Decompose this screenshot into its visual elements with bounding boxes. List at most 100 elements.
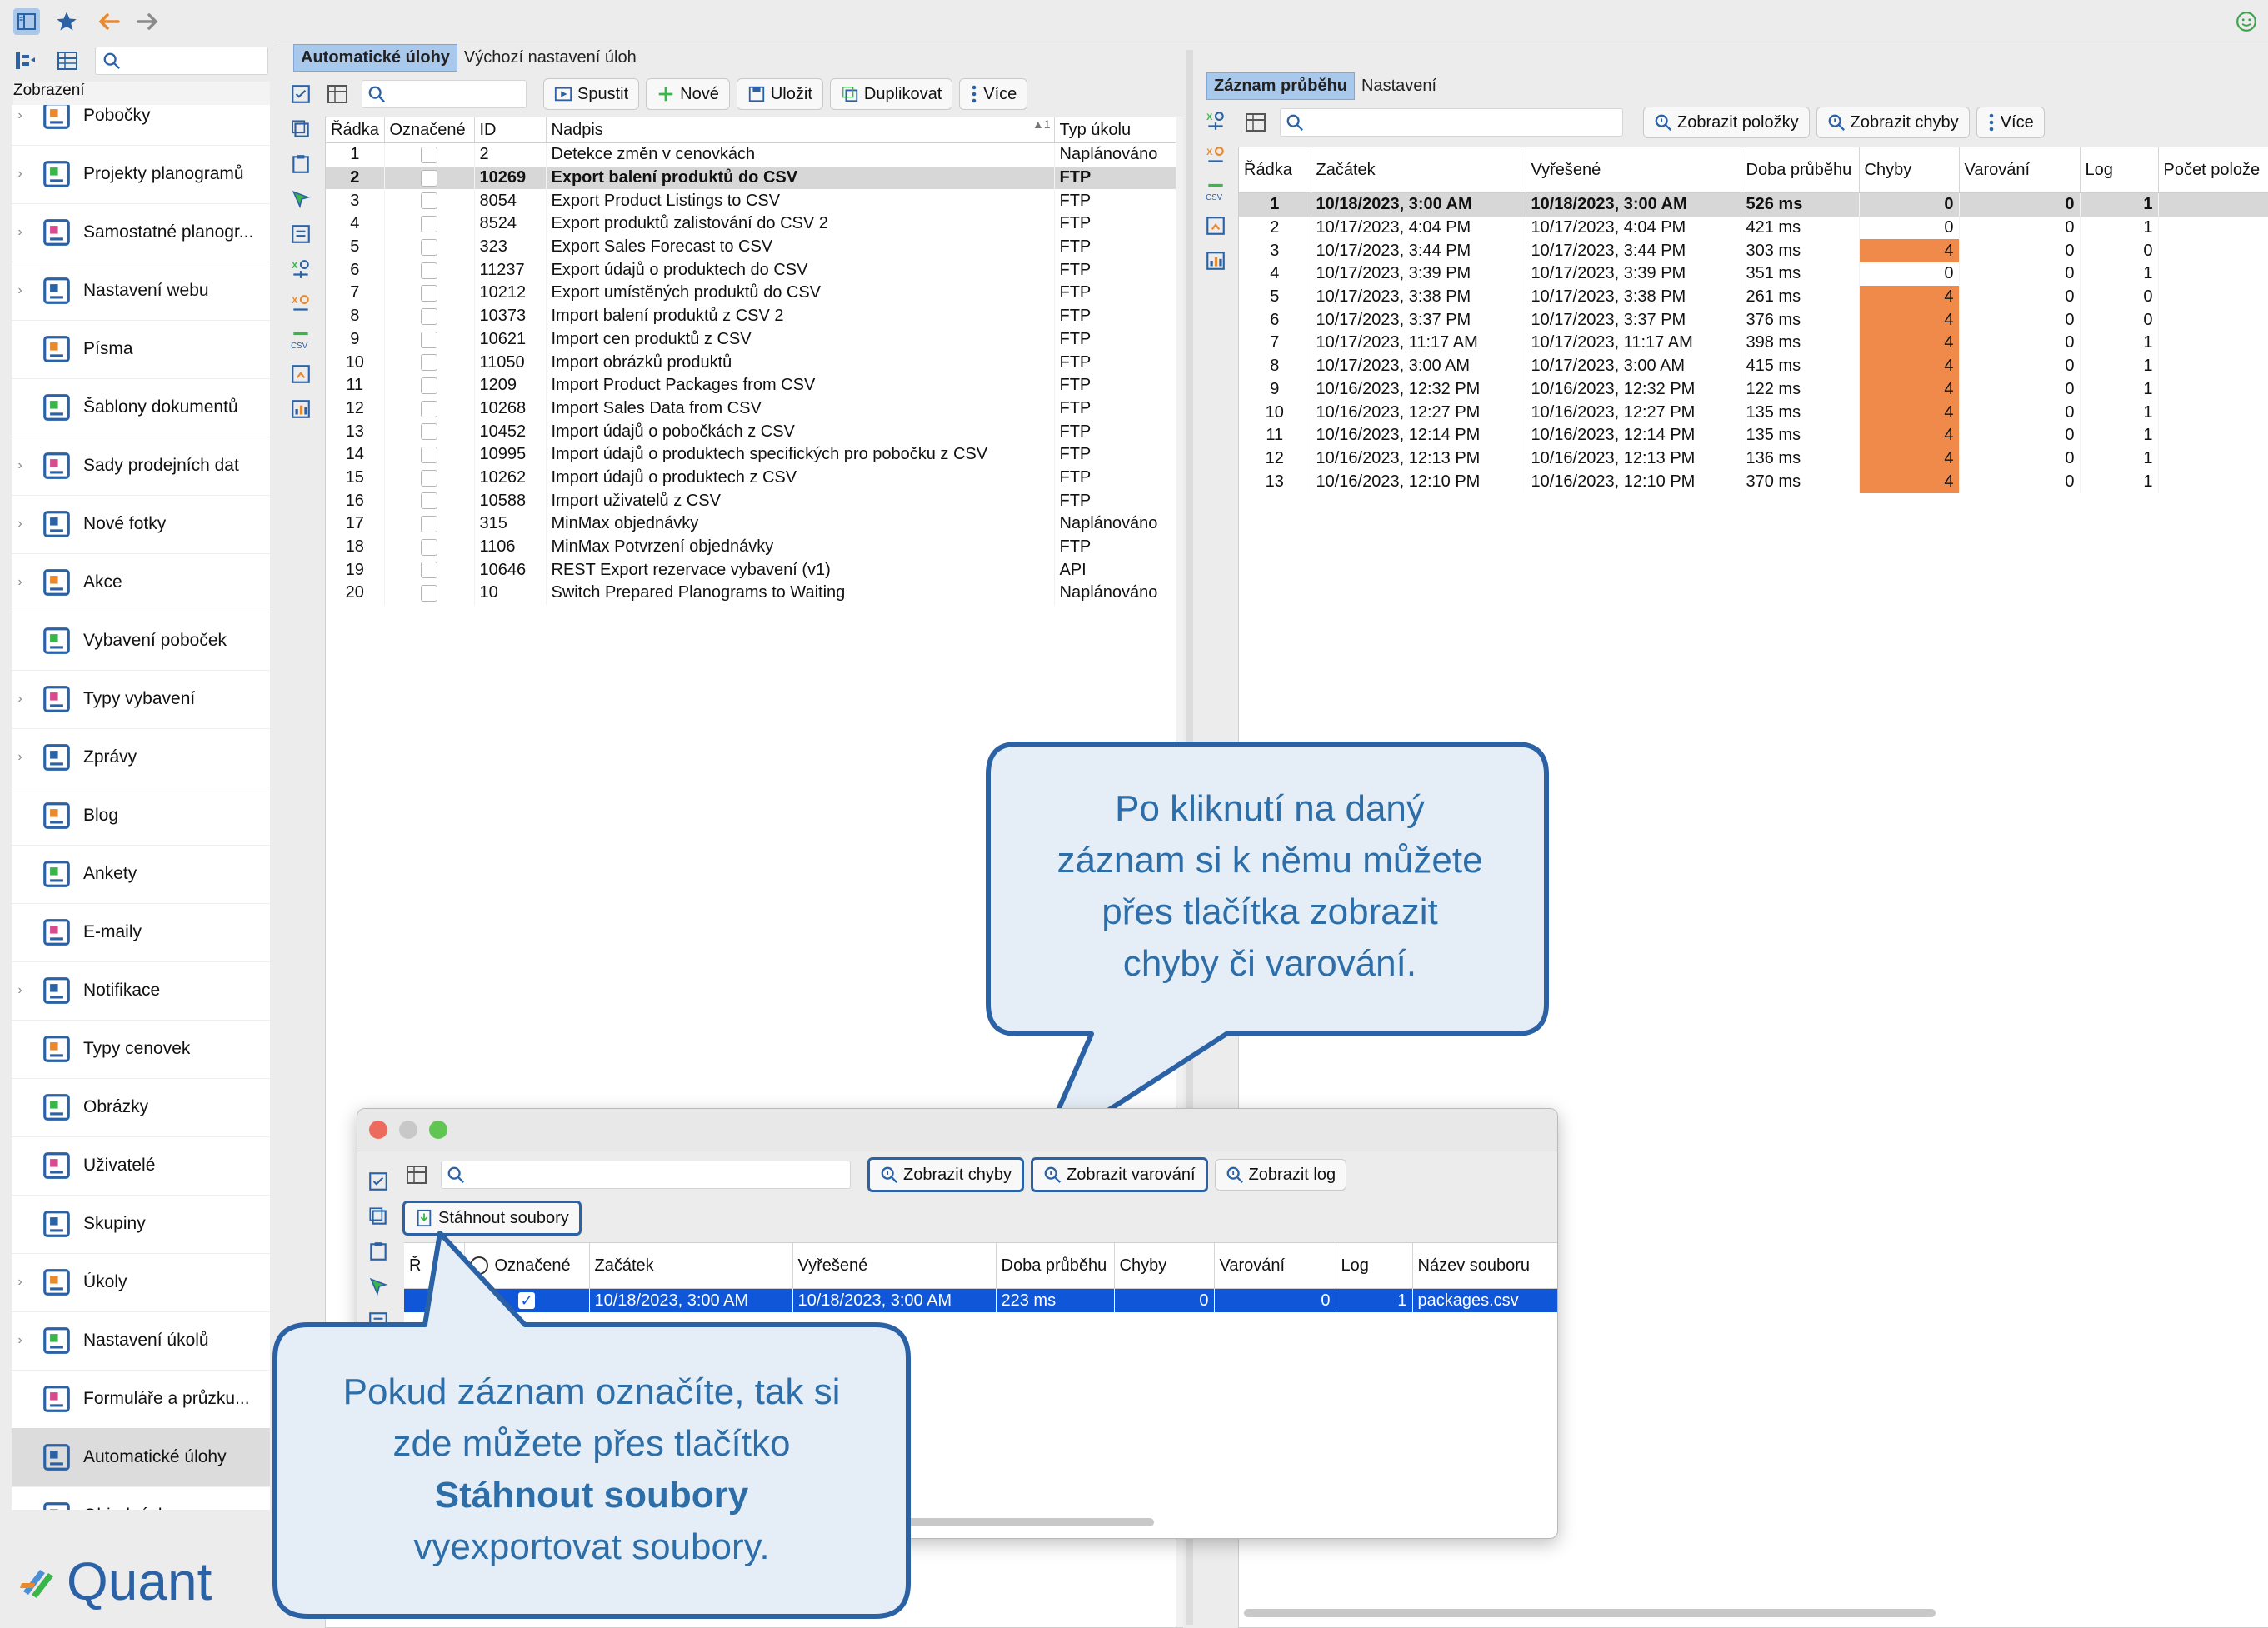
copy-icon[interactable]: [288, 117, 313, 142]
marked-checkbox[interactable]: [384, 327, 475, 352]
column-header-task-type[interactable]: Typ úkolu: [1054, 117, 1183, 143]
table-row[interactable]: 17 315 MinMax objednávky Naplánováno: [326, 512, 1183, 536]
excel-export-icon[interactable]: X: [288, 257, 313, 282]
sidebar-item[interactable]: › Nastavení úkolů: [12, 1311, 270, 1371]
sidebar-item[interactable]: › Úkoly: [12, 1253, 270, 1312]
column-header-warnings[interactable]: Varování: [1959, 147, 2081, 193]
sidebar-item[interactable]: Blog: [12, 787, 270, 846]
marked-checkbox[interactable]: [384, 420, 475, 443]
chevron-right-icon[interactable]: ›: [12, 108, 28, 123]
excel-import-icon[interactable]: X: [288, 292, 313, 317]
run-button[interactable]: Spustit: [543, 78, 640, 110]
marked-checkbox[interactable]: [384, 373, 475, 397]
marked-checkbox[interactable]: [384, 235, 475, 259]
sidebar-item[interactable]: › Pobočky: [12, 105, 270, 146]
cursor-select-icon[interactable]: [288, 187, 313, 212]
minimize-window-button[interactable]: [399, 1121, 417, 1139]
chevron-right-icon[interactable]: ›: [12, 1508, 28, 1510]
duplicate-button[interactable]: Duplikovat: [829, 78, 953, 110]
chevron-right-icon[interactable]: ›: [12, 167, 28, 182]
sidebar-item[interactable]: Automatické úlohy: [12, 1428, 270, 1487]
maximize-window-button[interactable]: [429, 1121, 447, 1139]
table-row[interactable]: 1 10/18/2023, 3:00 AM 10/18/2023, 3:00 AM 5…: [1239, 192, 2268, 217]
marked-checkbox[interactable]: [384, 558, 475, 582]
table-row[interactable]: 12 10/16/2023, 12:13 PM 10/16/2023, 12:13 …: [1239, 447, 2268, 471]
sidebar-item[interactable]: › Nové fotky: [12, 495, 270, 554]
star-icon[interactable]: [53, 8, 80, 35]
show-errors-button[interactable]: Zobrazit chyby: [1816, 107, 1970, 138]
marked-checkbox[interactable]: [384, 582, 475, 605]
column-settings-icon[interactable]: [402, 1161, 431, 1189]
column-header-row[interactable]: Řádka: [1239, 147, 1311, 193]
column-header-id[interactable]: ID: [474, 117, 547, 143]
marked-checkbox[interactable]: [384, 535, 475, 559]
bar-chart-icon[interactable]: [288, 397, 313, 422]
dialog-show-warnings-button[interactable]: Zobrazit varování: [1031, 1157, 1208, 1192]
table-row[interactable]: 12 10268 Import Sales Data from CSV FTP: [326, 397, 1183, 421]
list-icon[interactable]: [288, 222, 313, 247]
table-import-icon[interactable]: [1203, 213, 1228, 238]
sidebar-item[interactable]: › Nastavení webu: [12, 262, 270, 321]
sidebar-item[interactable]: › Projekty planogramů: [12, 145, 270, 204]
more-button[interactable]: Více: [959, 78, 1028, 110]
chevron-right-icon[interactable]: ›: [12, 1333, 28, 1348]
table-row[interactable]: 4 8524 Export produktů zalistování do CSV …: [326, 212, 1183, 236]
marked-checkbox[interactable]: [384, 351, 475, 374]
close-window-button[interactable]: [369, 1121, 387, 1139]
column-header-duration[interactable]: Doba průběhu: [996, 1243, 1115, 1289]
sidebar-item[interactable]: › Objednávky: [12, 1486, 270, 1510]
chevron-right-icon[interactable]: ›: [12, 1275, 28, 1290]
smiley-icon[interactable]: [2233, 8, 2260, 35]
marked-checkbox[interactable]: [384, 189, 475, 213]
table-row[interactable]: 18 1106 MinMax Potvrzení objednávky FTP: [326, 535, 1183, 559]
marked-checkbox[interactable]: [384, 304, 475, 328]
table-row[interactable]: 9 10/16/2023, 12:32 PM 10/16/2023, 12:32 P…: [1239, 377, 2268, 402]
marked-checkbox[interactable]: [384, 512, 475, 536]
sidebar-item[interactable]: E-maily: [12, 903, 270, 962]
excel-export-icon[interactable]: X: [1203, 108, 1228, 133]
chevron-right-icon[interactable]: ›: [12, 458, 28, 473]
column-header-title[interactable]: Nadpis ▲1: [546, 117, 1055, 143]
new-button[interactable]: Nové: [646, 78, 730, 110]
column-settings-icon[interactable]: [1241, 108, 1270, 137]
column-header-log[interactable]: Log: [2080, 147, 2159, 193]
dialog-search-input[interactable]: [441, 1161, 851, 1189]
excel-import-icon[interactable]: X: [1203, 143, 1228, 168]
table-row[interactable]: 11 1209 Import Product Packages from CSV FT…: [326, 373, 1183, 397]
tab-automatic-tasks[interactable]: Automatické úlohy: [293, 43, 457, 72]
table-row[interactable]: 8 10373 Import balení produktů z CSV 2 FTP: [326, 304, 1183, 328]
sidebar-item[interactable]: › Akce: [12, 553, 270, 612]
table-view-icon[interactable]: [53, 47, 82, 75]
save-button[interactable]: Uložit: [736, 78, 823, 110]
column-header-marked[interactable]: Označené: [384, 117, 475, 143]
column-header-log[interactable]: Log: [1336, 1243, 1413, 1289]
tab-settings[interactable]: Nastavení: [1355, 73, 1443, 99]
table-row[interactable]: 11 10/16/2023, 12:14 PM 10/16/2023, 12:14 …: [1239, 423, 2268, 447]
table-row[interactable]: 2 10/17/2023, 4:04 PM 10/17/2023, 4:04 PM 4…: [1239, 216, 2268, 240]
sidebar-item[interactable]: Ankety: [12, 845, 270, 904]
table-import-icon[interactable]: [288, 362, 313, 387]
table-row[interactable]: 19 10646 REST Export rezervace vybavení (v…: [326, 558, 1183, 582]
column-header-row[interactable]: Řádka: [326, 117, 385, 143]
sidebar-item[interactable]: Obrázky: [12, 1078, 270, 1137]
table-row[interactable]: 15 10262 Import údajů o produktech z CSV FT…: [326, 466, 1183, 490]
chevron-right-icon[interactable]: ›: [12, 750, 28, 765]
marked-checkbox[interactable]: [384, 397, 475, 421]
sidebar-item[interactable]: Typy cenovek: [12, 1020, 270, 1079]
sidebar-item[interactable]: Uživatelé: [12, 1136, 270, 1196]
column-header-warnings[interactable]: Varování: [1214, 1243, 1336, 1289]
table-row[interactable]: 6 11237 Export údajů o produktech do CSV FT…: [326, 258, 1183, 282]
chevron-right-icon[interactable]: ›: [12, 692, 28, 707]
navigation-search-input[interactable]: [95, 47, 268, 75]
bar-chart-icon[interactable]: [1203, 248, 1228, 273]
tab-run-log[interactable]: Záznam průběhu: [1206, 72, 1356, 100]
chevron-right-icon[interactable]: ›: [12, 517, 28, 532]
sidebar-item[interactable]: Formuláře a průzku...: [12, 1370, 270, 1429]
sidebar-item[interactable]: › Samostatné planogr...: [12, 203, 270, 262]
chevron-right-icon[interactable]: ›: [12, 283, 28, 298]
csv-icon[interactable]: CSV: [1203, 178, 1228, 203]
table-row[interactable]: 14 10995 Import údajů o produktech specifi…: [326, 442, 1183, 467]
sidebar-item[interactable]: › Zprávy: [12, 728, 270, 787]
sidebar-item[interactable]: › Notifikace: [12, 961, 270, 1021]
csv-icon[interactable]: CSV: [288, 327, 313, 352]
